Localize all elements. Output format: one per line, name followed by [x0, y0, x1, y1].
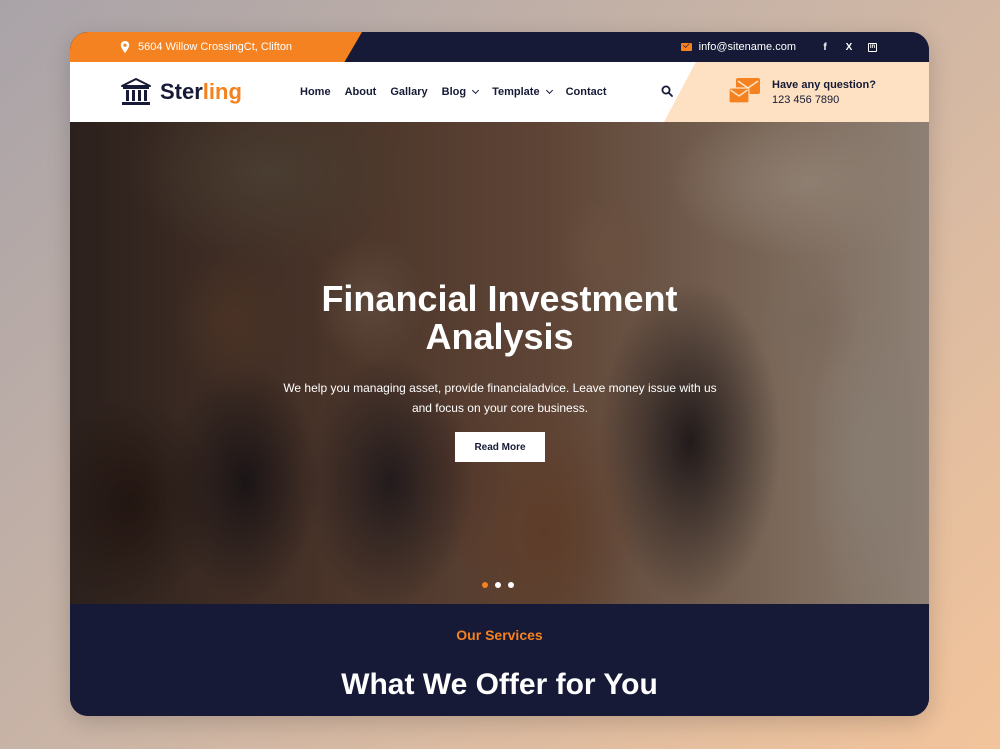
- nav-gallary[interactable]: Gallary: [390, 86, 427, 98]
- x-twitter-icon[interactable]: X: [844, 42, 854, 53]
- main-nav: Home About Gallary Blog Template Contact: [300, 62, 607, 122]
- slider-dot-3[interactable]: [508, 582, 514, 588]
- hero-subtitle: We help you managing asset, provide fina…: [280, 378, 720, 418]
- hero-overlay: [70, 122, 929, 604]
- slider-dot-2[interactable]: [495, 582, 501, 588]
- address-bar: 5604 Willow CrossingCt, Clifton: [70, 32, 362, 62]
- envelope-icon: [728, 78, 760, 104]
- hero-title-line1: Financial Investment: [321, 278, 678, 319]
- social-links: f X in: [820, 42, 877, 53]
- question-box: [664, 62, 929, 122]
- hero-subtitle-line2: and focus on your core business.: [411, 401, 589, 415]
- navbar: Sterling Home About Gallary Blog Templat…: [70, 62, 929, 122]
- facebook-icon[interactable]: f: [820, 42, 830, 53]
- nav-contact[interactable]: Contact: [566, 86, 607, 98]
- brand-name: Sterling: [160, 79, 242, 105]
- phone-number[interactable]: 123 456 7890: [772, 94, 839, 106]
- location-pin-icon: [120, 41, 130, 53]
- nav-template[interactable]: Template: [492, 86, 553, 98]
- chevron-down-icon: [545, 86, 553, 95]
- nav-blog[interactable]: Blog: [441, 86, 480, 98]
- email-link[interactable]: info@sitename.com: [699, 41, 796, 53]
- logo[interactable]: Sterling: [120, 77, 242, 107]
- nav-blog-label: Blog: [441, 86, 467, 98]
- hero-slider: Financial Investment Analysis We help yo…: [70, 122, 929, 604]
- bank-building-icon: [121, 78, 151, 105]
- top-bar: 5604 Willow CrossingCt, Clifton info@sit…: [70, 32, 929, 62]
- nav-template-label: Template: [492, 86, 540, 98]
- search-icon[interactable]: [661, 85, 673, 97]
- nav-about[interactable]: About: [345, 86, 377, 98]
- question-title: Have any question?: [772, 79, 876, 91]
- linkedin-icon[interactable]: in: [868, 42, 877, 52]
- chevron-down-icon: [472, 86, 480, 95]
- mail-icon: [680, 43, 692, 51]
- website-frame: 5604 Willow CrossingCt, Clifton info@sit…: [70, 32, 929, 716]
- services-label: Our Services: [456, 627, 543, 643]
- hero-title-line2: Analysis: [425, 316, 574, 357]
- hero-title: Financial Investment Analysis: [70, 280, 929, 356]
- services-section: Our Services What We Offer for You: [70, 604, 929, 716]
- slider-dots: [482, 582, 514, 588]
- services-title: What We Offer for You: [341, 668, 658, 701]
- topbar-contact: info@sitename.com f X in: [680, 32, 877, 62]
- read-more-button[interactable]: Read More: [455, 432, 545, 462]
- brand-name-part1: Ster: [160, 79, 203, 104]
- address-text: 5604 Willow CrossingCt, Clifton: [138, 41, 293, 53]
- slider-dot-1[interactable]: [482, 582, 488, 588]
- nav-home[interactable]: Home: [300, 86, 331, 98]
- brand-name-part2: ling: [202, 79, 242, 104]
- hero-subtitle-line1: We help you managing asset, provide fina…: [283, 381, 717, 395]
